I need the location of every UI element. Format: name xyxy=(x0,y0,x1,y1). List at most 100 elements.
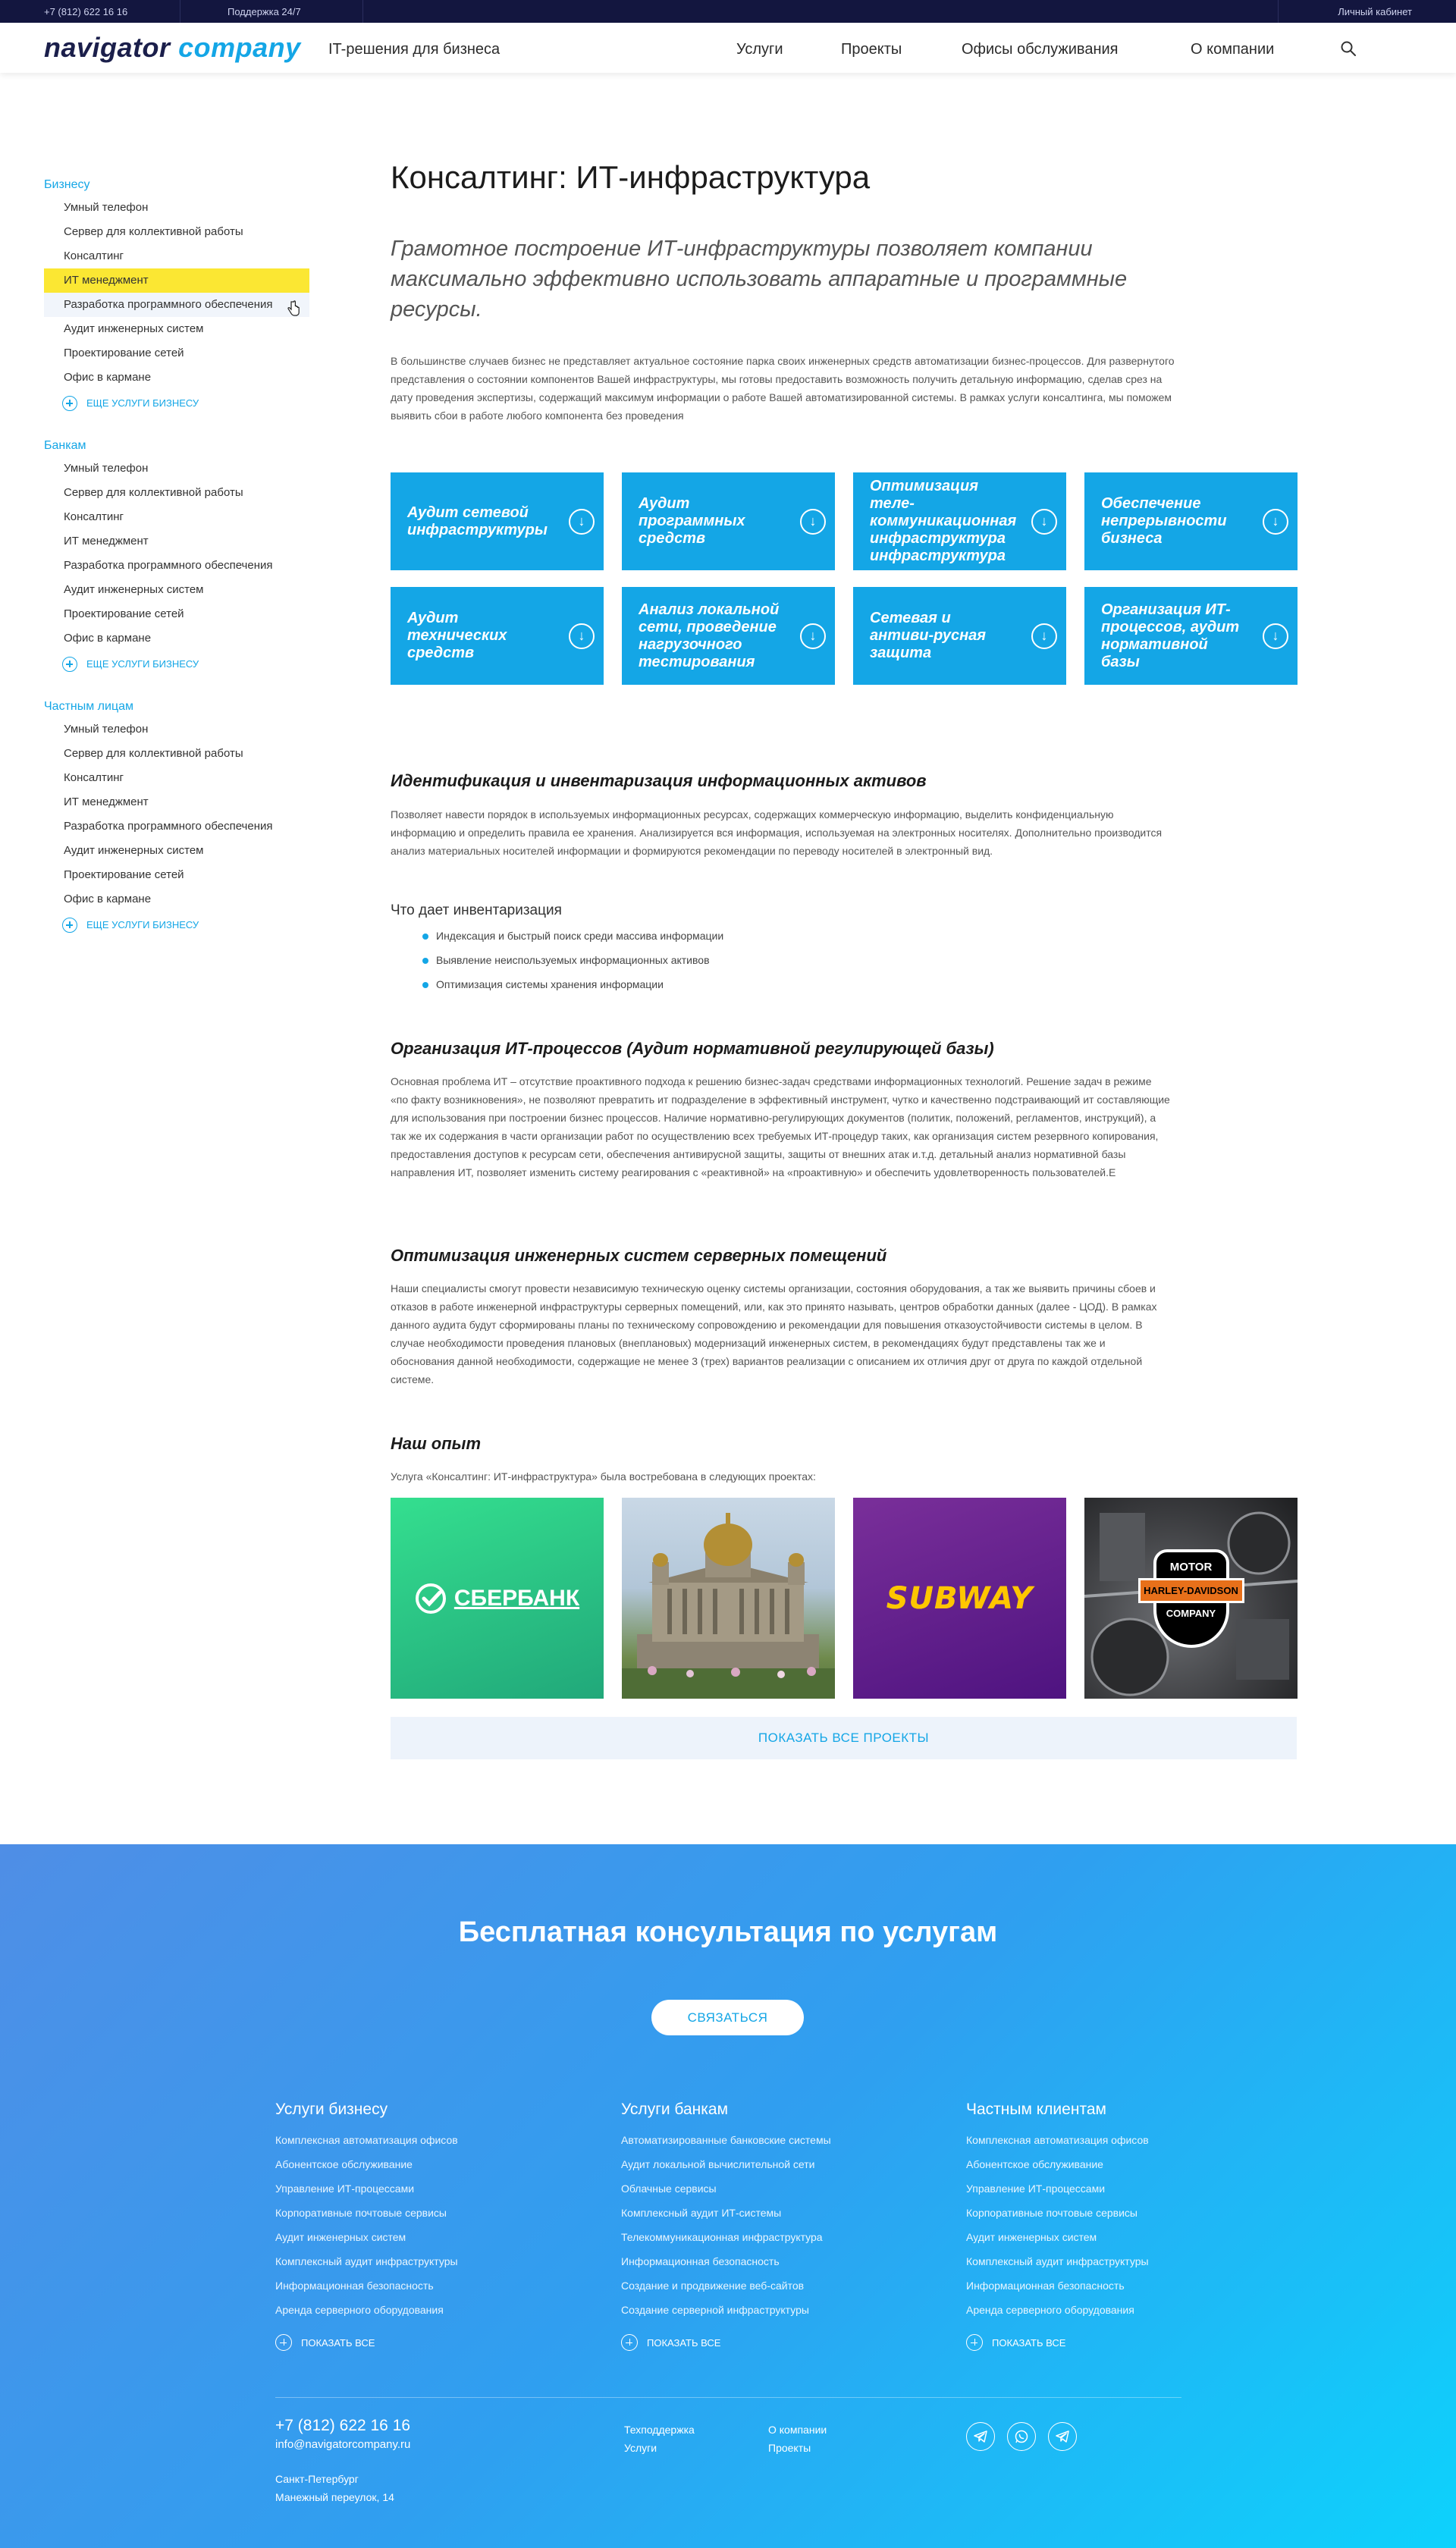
footer-link[interactable]: Корпоративные почтовые сервисы xyxy=(275,2201,594,2225)
footer-link[interactable]: Информационная безопасность xyxy=(966,2273,1285,2298)
service-tile[interactable]: Аудит технических средств ↓ xyxy=(391,587,604,685)
sidebar-item[interactable]: Офис в кармане xyxy=(44,366,309,390)
footer-link[interactable]: Аудит инженерных систем xyxy=(275,2225,594,2249)
footer-show-all[interactable]: ПОКАЗАТЬ ВСЕ xyxy=(621,2331,940,2354)
footer-link[interactable]: Облачные сервисы xyxy=(621,2176,940,2201)
sidebar-item[interactable]: ИТ менеджмент xyxy=(44,529,309,554)
sidebar-group-title[interactable]: Частным лицам xyxy=(44,696,309,717)
footer-link[interactable]: Абонентское обслуживание xyxy=(275,2152,594,2176)
footer-email[interactable]: info@navigatorcompany.ru xyxy=(275,2438,410,2451)
whatsapp-icon[interactable] xyxy=(1007,2422,1036,2451)
nav-about[interactable]: О компании xyxy=(1191,41,1274,58)
sidebar-item[interactable]: Сервер для коллективной работы xyxy=(44,481,309,505)
send-icon[interactable] xyxy=(1048,2422,1077,2451)
sidebar-item[interactable]: Проектирование сетей xyxy=(44,863,309,887)
service-tile[interactable]: Аудит программных средств ↓ xyxy=(622,472,835,570)
sidebar-more-link[interactable]: ЕЩЕ УСЛУГИ БИЗНЕСУ xyxy=(44,912,309,939)
top-phone[interactable]: +7 (812) 622 16 16 xyxy=(44,6,127,17)
footer-link[interactable]: Комплексный аудит инфраструктуры xyxy=(275,2249,594,2273)
sidebar-item[interactable]: Сервер для коллективной работы xyxy=(44,220,309,244)
sidebar-item-hovered[interactable]: Разработка программного обеспечения xyxy=(44,293,309,317)
sidebar-item[interactable]: Умный телефон xyxy=(44,457,309,481)
telegram-icon[interactable] xyxy=(966,2422,995,2451)
footer-link[interactable]: Корпоративные почтовые сервисы xyxy=(966,2201,1285,2225)
footer-link-support[interactable]: Техподдержка xyxy=(624,2424,695,2436)
footer-show-all[interactable]: ПОКАЗАТЬ ВСЕ xyxy=(275,2331,594,2354)
footer-link[interactable]: Комплексный аудит инфраструктуры xyxy=(966,2249,1285,2273)
sidebar-item[interactable]: Разработка программного обеспечения xyxy=(44,554,309,578)
nav-projects[interactable]: Проекты xyxy=(841,41,902,58)
footer-link[interactable]: Аудит локальной вычислительной сети xyxy=(621,2152,940,2176)
footer-link[interactable]: Комплексный аудит ИТ-системы xyxy=(621,2201,940,2225)
sidebar-item[interactable]: Консалтинг xyxy=(44,766,309,790)
footer-link[interactable]: Телекоммуникационная инфраструктура xyxy=(621,2225,940,2249)
sidebar-item[interactable]: Проектирование сетей xyxy=(44,341,309,366)
sidebar-item[interactable]: Консалтинг xyxy=(44,244,309,268)
sidebar-group-private: Частным лицам Умный телефон Сервер для к… xyxy=(44,696,309,939)
project-card-harley[interactable]: MOTOR HARLEY-DAVIDSON COMPANY xyxy=(1084,1498,1298,1699)
sidebar-group-business: Бизнесу Умный телефон Сервер для коллект… xyxy=(44,174,309,417)
sidebar-item[interactable]: Офис в кармане xyxy=(44,887,309,912)
footer-link[interactable]: Аудит инженерных систем xyxy=(966,2225,1285,2249)
sidebar-item[interactable]: Офис в кармане xyxy=(44,626,309,651)
sidebar-item[interactable]: Консалтинг xyxy=(44,505,309,529)
personal-cabinet-link[interactable]: Личный кабинет xyxy=(1338,6,1412,17)
footer-link-services[interactable]: Услуги xyxy=(624,2442,657,2454)
project-card-sberbank[interactable]: СБЕРБАНК xyxy=(391,1498,604,1699)
service-tile[interactable]: Анализ локальной сети, проведение нагруз… xyxy=(622,587,835,685)
sidebar-item[interactable]: Сервер для коллективной работы xyxy=(44,742,309,766)
sidebar-item[interactable]: Умный телефон xyxy=(44,717,309,742)
footer-link-projects[interactable]: Проекты xyxy=(768,2442,811,2454)
footer-link[interactable]: Абонентское обслуживание xyxy=(966,2152,1285,2176)
sidebar-group-title[interactable]: Бизнесу xyxy=(44,174,309,196)
footer-link[interactable]: Аренда серверного оборудования xyxy=(275,2298,594,2322)
project-card-subway[interactable]: SUBWAY xyxy=(853,1498,1066,1699)
service-tile[interactable]: Аудит сетевой инфраструктуры ↓ xyxy=(391,472,604,570)
service-tile[interactable]: Сетевая и антиви-русная защита ↓ xyxy=(853,587,1066,685)
service-tile[interactable]: Организация ИТ-процессов, аудит норматив… xyxy=(1084,587,1298,685)
inventory-bullets: Индексация и быстрый поиск среди массива… xyxy=(391,924,1073,996)
contact-button[interactable]: СВЯЗАТЬСЯ xyxy=(651,2000,804,2035)
sidebar-item[interactable]: Умный телефон xyxy=(44,196,309,220)
arrow-down-icon: ↓ xyxy=(1263,623,1288,649)
footer-link[interactable]: Управление ИТ-процессами xyxy=(966,2176,1285,2201)
sidebar-more-link[interactable]: ЕЩЕ УСЛУГИ БИЗНЕСУ xyxy=(44,651,309,678)
sidebar-item[interactable]: Разработка программного обеспечения xyxy=(44,814,309,839)
sidebar-item[interactable]: Проектирование сетей xyxy=(44,602,309,626)
arrow-down-icon: ↓ xyxy=(569,623,595,649)
sidebar-item[interactable]: Аудит инженерных систем xyxy=(44,578,309,602)
sidebar-item[interactable]: ИТ менеджмент xyxy=(44,790,309,814)
nav-offices[interactable]: Офисы обслуживания xyxy=(962,41,1118,58)
tile-label: Оптимизация теле-коммуникационная инфрас… xyxy=(870,478,1017,564)
footer-link[interactable]: Комплексная автоматизация офисов xyxy=(275,2128,594,2152)
footer-link[interactable]: Комплексная автоматизация офисов xyxy=(966,2128,1285,2152)
projects-grid: СБЕРБАНК SUBWAY MOTOR HARLEY-DAVIDSON CO… xyxy=(391,1498,1298,1699)
footer-link[interactable]: Создание серверной инфраструктуры xyxy=(621,2298,940,2322)
support-link[interactable]: Поддержка 24/7 xyxy=(228,6,301,17)
sidebar-item-active[interactable]: ИТ менеджмент xyxy=(44,268,309,293)
sidebar-more-link[interactable]: ЕЩЕ УСЛУГИ БИЗНЕСУ xyxy=(44,390,309,417)
show-all-projects-button[interactable]: ПОКАЗАТЬ ВСЕ ПРОЕКТЫ xyxy=(391,1717,1297,1759)
nav-services[interactable]: Услуги xyxy=(736,41,783,58)
footer-link[interactable]: Информационная безопасность xyxy=(621,2249,940,2273)
footer-link[interactable]: Управление ИТ-процессами xyxy=(275,2176,594,2201)
logo[interactable]: navigator company xyxy=(44,32,301,64)
consultation-title: Бесплатная консультация по услугам xyxy=(458,1916,998,1948)
footer-link[interactable]: Аренда серверного оборудования xyxy=(966,2298,1285,2322)
service-tile[interactable]: Оптимизация теле-коммуникационная инфрас… xyxy=(853,472,1066,570)
footer-link-about[interactable]: О компании xyxy=(768,2424,827,2436)
footer-link[interactable]: Автоматизированные банковские системы xyxy=(621,2128,940,2152)
project-card-cathedral[interactable] xyxy=(622,1498,835,1699)
header: navigator company IT-решения для бизнеса… xyxy=(0,23,1456,73)
footer-link[interactable]: Информационная безопасность xyxy=(275,2273,594,2298)
footer-phone[interactable]: +7 (812) 622 16 16 xyxy=(275,2417,410,2435)
service-tile[interactable]: Обеспечение непрерывности бизнеса ↓ xyxy=(1084,472,1298,570)
sidebar-item[interactable]: Аудит инженерных систем xyxy=(44,317,309,341)
tile-label: Аудит сетевой инфраструктуры xyxy=(407,504,548,538)
footer-show-all[interactable]: ПОКАЗАТЬ ВСЕ xyxy=(966,2331,1285,2354)
footer-show-all-label: ПОКАЗАТЬ ВСЕ xyxy=(992,2336,1066,2349)
search-icon[interactable] xyxy=(1339,39,1357,58)
sidebar-group-title[interactable]: Банкам xyxy=(44,435,309,457)
sidebar-item[interactable]: Аудит инженерных систем xyxy=(44,839,309,863)
footer-link[interactable]: Создание и продвижение веб-сайтов xyxy=(621,2273,940,2298)
